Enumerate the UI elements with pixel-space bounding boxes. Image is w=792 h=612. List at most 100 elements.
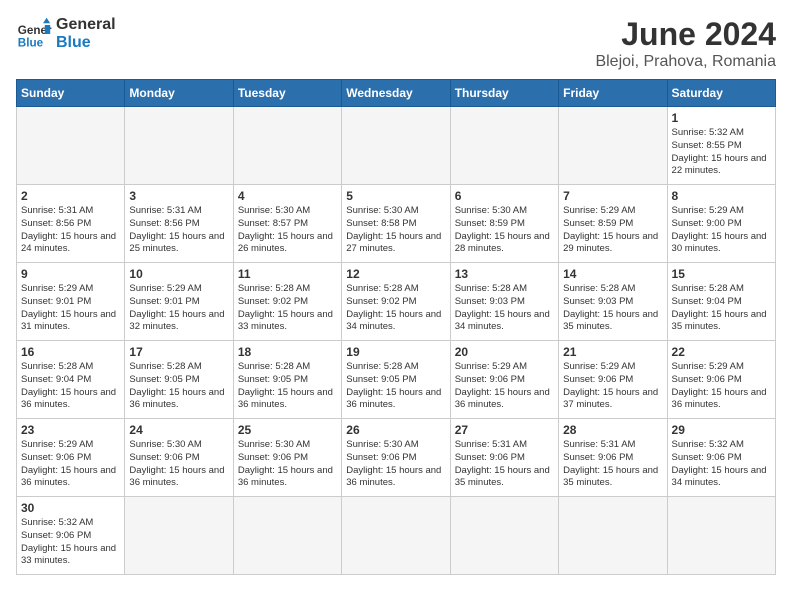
calendar-cell: 23 Sunrise: 5:29 AM Sunset: 9:06 PM Dayli… bbox=[17, 419, 125, 497]
logo-icon: General Blue bbox=[16, 16, 52, 52]
calendar-cell: 4 Sunrise: 5:30 AM Sunset: 8:57 PM Daylig… bbox=[233, 185, 341, 263]
logo: General Blue General Blue bbox=[16, 16, 116, 52]
calendar-cell bbox=[125, 107, 233, 185]
day-number: 5 bbox=[346, 189, 445, 203]
day-number: 23 bbox=[21, 423, 120, 437]
day-number: 7 bbox=[563, 189, 662, 203]
calendar-cell bbox=[342, 107, 450, 185]
day-info: Sunrise: 5:29 AM Sunset: 9:06 PM Dayligh… bbox=[563, 361, 662, 412]
day-number: 11 bbox=[238, 267, 337, 281]
calendar-cell: 10Sunrise: 5:29 AM Sunset: 9:01 PM Dayli… bbox=[125, 263, 233, 341]
day-number: 14 bbox=[563, 267, 662, 281]
calendar-cell: 8Sunrise: 5:29 AM Sunset: 9:00 PM Daylig… bbox=[667, 185, 775, 263]
day-info: Sunrise: 5:29 AM Sunset: 9:06 PM Dayligh… bbox=[672, 361, 771, 412]
day-info: Sunrise: 5:30 AM Sunset: 8:57 PM Dayligh… bbox=[238, 205, 337, 256]
calendar-cell bbox=[342, 497, 450, 575]
calendar-cell: 25 Sunrise: 5:30 AM Sunset: 9:06 PM Dayli… bbox=[233, 419, 341, 497]
col-header-sunday: Sunday bbox=[17, 80, 125, 107]
calendar-cell: 13Sunrise: 5:28 AM Sunset: 9:03 PM Dayli… bbox=[450, 263, 558, 341]
calendar-cell: 18 Sunrise: 5:28 AM Sunset: 9:05 PM Dayli… bbox=[233, 341, 341, 419]
calendar-cell: 17 Sunrise: 5:28 AM Sunset: 9:05 PM Dayli… bbox=[125, 341, 233, 419]
day-info: Sunrise: 5:28 AM Sunset: 9:04 PM Dayligh… bbox=[672, 283, 771, 334]
day-info: Sunrise: 5:29 AM Sunset: 8:59 PM Dayligh… bbox=[563, 205, 662, 256]
page-header: General Blue General Blue June 2024 Blej… bbox=[16, 16, 776, 71]
day-info: Sunrise: 5:31 AM Sunset: 8:56 PM Dayligh… bbox=[129, 205, 228, 256]
calendar-cell: 30 Sunrise: 5:32 AM Sunset: 9:06 PM Dayli… bbox=[17, 497, 125, 575]
calendar-cell bbox=[450, 107, 558, 185]
calendar-cell: 15Sunrise: 5:28 AM Sunset: 9:04 PM Dayli… bbox=[667, 263, 775, 341]
col-header-saturday: Saturday bbox=[667, 80, 775, 107]
day-info: Sunrise: 5:30 AM Sunset: 9:06 PM Dayligh… bbox=[238, 439, 337, 490]
calendar-cell: 12 Sunrise: 5:28 AM Sunset: 9:02 PM Dayli… bbox=[342, 263, 450, 341]
day-number: 9 bbox=[21, 267, 120, 281]
title-block: June 2024 Blejoi, Prahova, Romania bbox=[595, 16, 776, 71]
col-header-friday: Friday bbox=[559, 80, 667, 107]
day-info: Sunrise: 5:30 AM Sunset: 9:06 PM Dayligh… bbox=[346, 439, 445, 490]
day-number: 30 bbox=[21, 501, 120, 515]
calendar-cell: 14Sunrise: 5:28 AM Sunset: 9:03 PM Dayli… bbox=[559, 263, 667, 341]
location: Blejoi, Prahova, Romania bbox=[595, 53, 776, 71]
day-number: 18 bbox=[238, 345, 337, 359]
day-number: 24 bbox=[129, 423, 228, 437]
day-info: Sunrise: 5:28 AM Sunset: 9:05 PM Dayligh… bbox=[238, 361, 337, 412]
day-number: 8 bbox=[672, 189, 771, 203]
day-info: Sunrise: 5:30 AM Sunset: 8:59 PM Dayligh… bbox=[455, 205, 554, 256]
day-info: Sunrise: 5:28 AM Sunset: 9:04 PM Dayligh… bbox=[21, 361, 120, 412]
logo-blue-text: Blue bbox=[56, 34, 116, 52]
calendar-cell: 9 Sunrise: 5:29 AM Sunset: 9:01 PM Daylig… bbox=[17, 263, 125, 341]
calendar-cell: 28 Sunrise: 5:31 AM Sunset: 9:06 PM Dayli… bbox=[559, 419, 667, 497]
col-header-wednesday: Wednesday bbox=[342, 80, 450, 107]
col-header-tuesday: Tuesday bbox=[233, 80, 341, 107]
day-number: 12 bbox=[346, 267, 445, 281]
day-info: Sunrise: 5:31 AM Sunset: 9:06 PM Dayligh… bbox=[455, 439, 554, 490]
calendar-cell bbox=[450, 497, 558, 575]
day-info: Sunrise: 5:29 AM Sunset: 9:06 PM Dayligh… bbox=[21, 439, 120, 490]
day-number: 17 bbox=[129, 345, 228, 359]
day-number: 3 bbox=[129, 189, 228, 203]
calendar-cell: 29 Sunrise: 5:32 AM Sunset: 9:06 PM Dayli… bbox=[667, 419, 775, 497]
calendar-cell: 26 Sunrise: 5:30 AM Sunset: 9:06 PM Dayli… bbox=[342, 419, 450, 497]
day-number: 16 bbox=[21, 345, 120, 359]
day-info: Sunrise: 5:30 AM Sunset: 9:06 PM Dayligh… bbox=[129, 439, 228, 490]
calendar-cell: 20 Sunrise: 5:29 AM Sunset: 9:06 PM Dayli… bbox=[450, 341, 558, 419]
day-number: 20 bbox=[455, 345, 554, 359]
day-number: 25 bbox=[238, 423, 337, 437]
calendar-cell: 21Sunrise: 5:29 AM Sunset: 9:06 PM Dayli… bbox=[559, 341, 667, 419]
calendar-cell: 11Sunrise: 5:28 AM Sunset: 9:02 PM Dayli… bbox=[233, 263, 341, 341]
day-number: 4 bbox=[238, 189, 337, 203]
day-number: 28 bbox=[563, 423, 662, 437]
calendar-cell: 1 Sunrise: 5:32 AM Sunset: 8:55 PM Daylig… bbox=[667, 107, 775, 185]
day-info: Sunrise: 5:32 AM Sunset: 9:06 PM Dayligh… bbox=[672, 439, 771, 490]
day-info: Sunrise: 5:31 AM Sunset: 8:56 PM Dayligh… bbox=[21, 205, 120, 256]
calendar-cell: 19Sunrise: 5:28 AM Sunset: 9:05 PM Dayli… bbox=[342, 341, 450, 419]
day-info: Sunrise: 5:28 AM Sunset: 9:02 PM Dayligh… bbox=[346, 283, 445, 334]
day-number: 26 bbox=[346, 423, 445, 437]
col-header-monday: Monday bbox=[125, 80, 233, 107]
day-number: 13 bbox=[455, 267, 554, 281]
day-number: 2 bbox=[21, 189, 120, 203]
calendar-cell bbox=[233, 107, 341, 185]
calendar-cell bbox=[559, 497, 667, 575]
day-info: Sunrise: 5:29 AM Sunset: 9:01 PM Dayligh… bbox=[129, 283, 228, 334]
calendar-cell bbox=[667, 497, 775, 575]
calendar-cell: 16 Sunrise: 5:28 AM Sunset: 9:04 PM Dayli… bbox=[17, 341, 125, 419]
month-year: June 2024 bbox=[595, 16, 776, 53]
day-info: Sunrise: 5:29 AM Sunset: 9:06 PM Dayligh… bbox=[455, 361, 554, 412]
day-info: Sunrise: 5:31 AM Sunset: 9:06 PM Dayligh… bbox=[563, 439, 662, 490]
calendar-table: SundayMondayTuesdayWednesdayThursdayFrid… bbox=[16, 79, 776, 575]
calendar-cell: 6Sunrise: 5:30 AM Sunset: 8:59 PM Daylig… bbox=[450, 185, 558, 263]
day-number: 27 bbox=[455, 423, 554, 437]
calendar-cell: 2 Sunrise: 5:31 AM Sunset: 8:56 PM Daylig… bbox=[17, 185, 125, 263]
svg-text:Blue: Blue bbox=[18, 37, 44, 50]
day-info: Sunrise: 5:29 AM Sunset: 9:01 PM Dayligh… bbox=[21, 283, 120, 334]
calendar-cell: 24 Sunrise: 5:30 AM Sunset: 9:06 PM Dayli… bbox=[125, 419, 233, 497]
day-info: Sunrise: 5:32 AM Sunset: 8:55 PM Dayligh… bbox=[672, 127, 771, 178]
day-info: Sunrise: 5:30 AM Sunset: 8:58 PM Dayligh… bbox=[346, 205, 445, 256]
day-info: Sunrise: 5:32 AM Sunset: 9:06 PM Dayligh… bbox=[21, 517, 120, 568]
calendar-cell: 22Sunrise: 5:29 AM Sunset: 9:06 PM Dayli… bbox=[667, 341, 775, 419]
day-number: 29 bbox=[672, 423, 771, 437]
calendar-cell: 5 Sunrise: 5:30 AM Sunset: 8:58 PM Daylig… bbox=[342, 185, 450, 263]
col-header-thursday: Thursday bbox=[450, 80, 558, 107]
day-number: 1 bbox=[672, 111, 771, 125]
day-info: Sunrise: 5:28 AM Sunset: 9:05 PM Dayligh… bbox=[129, 361, 228, 412]
